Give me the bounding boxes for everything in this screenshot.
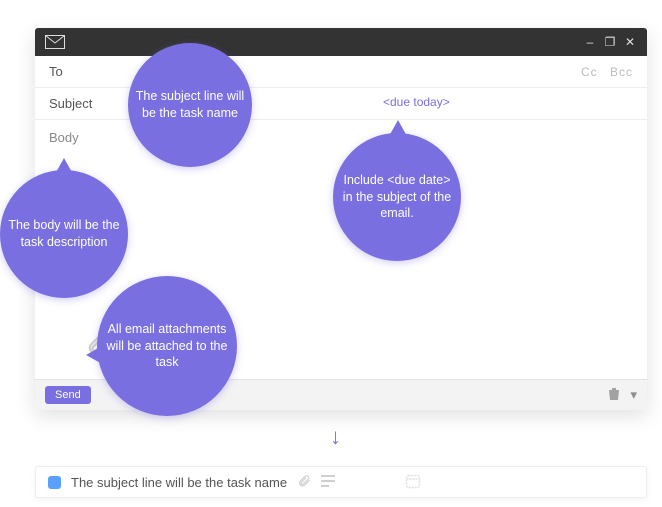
task-title: The subject line will be the task name <box>71 475 287 490</box>
description-icon <box>321 475 335 490</box>
cc-toggle[interactable]: Cc <box>581 65 598 79</box>
task-row[interactable]: The subject line will be the task name <box>35 466 647 498</box>
send-button[interactable]: Send <box>45 386 91 404</box>
trash-icon[interactable] <box>608 387 620 403</box>
mail-icon <box>45 35 65 49</box>
due-date-token: <due today> <box>383 95 450 109</box>
annotation-attachments: All email attachments will be attached t… <box>97 276 237 416</box>
maximize-icon[interactable]: ❐ <box>603 35 617 49</box>
titlebar: – ❐ ✕ <box>35 28 647 56</box>
task-checkbox[interactable] <box>48 476 61 489</box>
annotation-subject: The subject line will be the task name <box>128 43 252 167</box>
subject-label: Subject <box>49 96 105 111</box>
to-row[interactable]: To Cc Bcc <box>35 56 647 88</box>
to-label: To <box>49 64 105 79</box>
attachment-icon <box>297 474 311 491</box>
annotation-due-date: Include <due date> in the subject of the… <box>333 133 461 261</box>
bcc-toggle[interactable]: Bcc <box>610 65 633 79</box>
subject-row[interactable]: Subject <box>35 88 647 120</box>
minimize-icon[interactable]: – <box>583 35 597 49</box>
body-label: Body <box>49 130 79 145</box>
annotation-body: The body will be the task description <box>0 170 128 298</box>
close-icon[interactable]: ✕ <box>623 35 637 49</box>
calendar-icon <box>405 473 421 492</box>
more-menu-icon[interactable]: ▾ <box>630 387 637 403</box>
arrow-down-icon: ↓ <box>330 424 341 450</box>
